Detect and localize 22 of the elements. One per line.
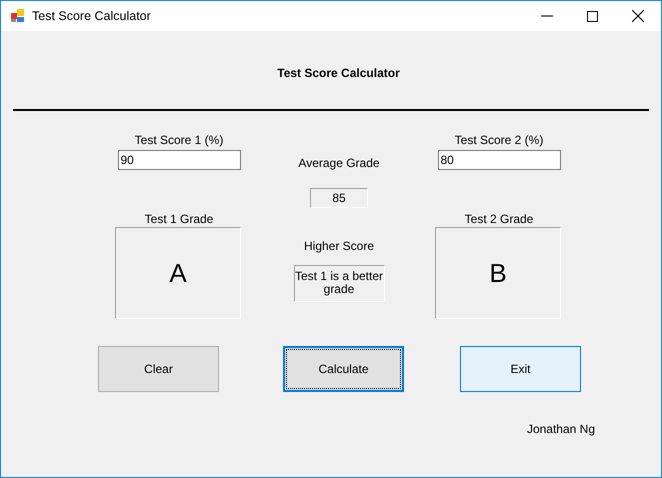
input-field[interactable]: 80 (438, 150, 560, 170)
field-label: Higher Score (304, 239, 374, 253)
close-icon[interactable] (632, 10, 644, 22)
window-title: Test Score Calculator (32, 9, 151, 23)
output-box: 85 (310, 188, 368, 208)
field-label: Test 2 Grade (464, 212, 534, 226)
app-icon (10, 8, 26, 24)
field-label: Test 1 Grade (144, 212, 214, 226)
maximize-icon[interactable] (587, 10, 598, 22)
input-field[interactable]: 90 (118, 150, 240, 170)
field-label: Test Score 1 (%) (134, 133, 224, 147)
author-name: Jonathan Ng (526, 422, 595, 436)
field-label: Average Grade (298, 156, 380, 170)
minimize-icon[interactable] (541, 15, 553, 17)
form-button[interactable]: Calculate (283, 346, 404, 392)
output-box: B (435, 227, 561, 319)
form-button[interactable]: Exit (460, 346, 581, 392)
form-button[interactable]: Clear (98, 346, 219, 392)
field-label: Test Score 2 (%) (454, 133, 544, 147)
output-box: Test 1 is a better grade (294, 265, 384, 302)
form-heading: Test Score Calculator (276, 65, 401, 81)
output-box: A (115, 227, 241, 319)
